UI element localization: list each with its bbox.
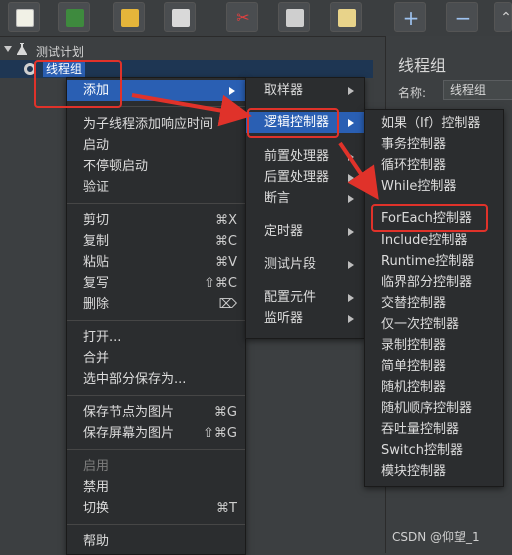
annotation-arrows bbox=[131, 93, 379, 200]
annotation-arrow-1 bbox=[131, 93, 252, 127]
annotation-arrow-2 bbox=[338, 141, 379, 200]
watermark: CSDN @仰望_1 bbox=[392, 530, 480, 544]
